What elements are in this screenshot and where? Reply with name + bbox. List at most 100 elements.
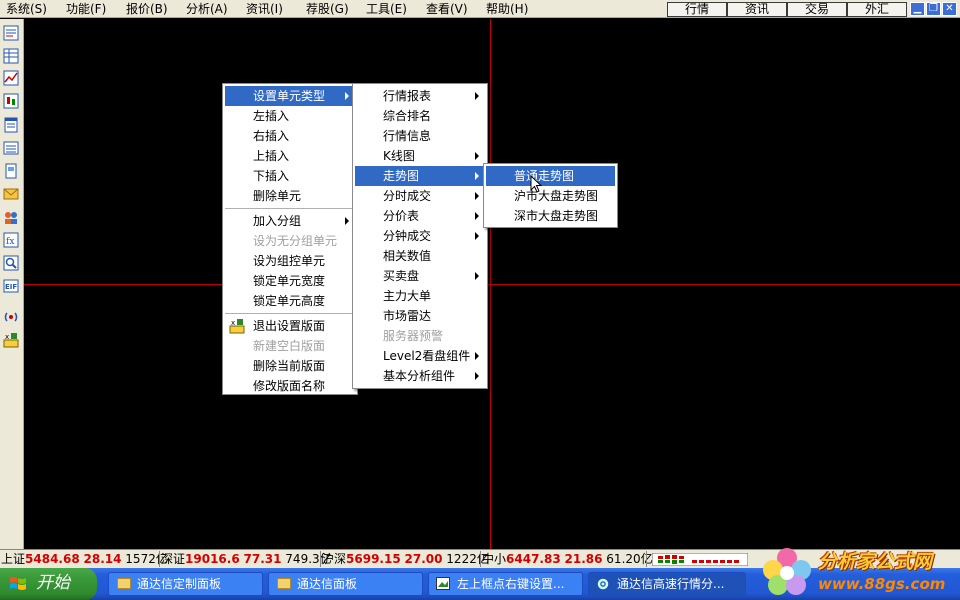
task-button[interactable]: 左上框点右键设置...: [428, 572, 583, 596]
menu-types-item[interactable]: 基本分析组件: [355, 366, 485, 386]
menu-item-label: 上插入: [253, 149, 290, 163]
line-chart-icon[interactable]: [3, 70, 19, 86]
menu-types-item[interactable]: 服务器预警: [355, 326, 485, 346]
menu-trend-item[interactable]: 沪市大盘走势图: [486, 186, 615, 206]
index-value: 5484.68: [25, 552, 80, 566]
submenu-arrow-icon: [475, 212, 479, 220]
menu-item-7[interactable]: 查看(V): [426, 1, 468, 17]
menu-main-item[interactable]: 设置单元类型: [225, 86, 355, 106]
task-button[interactable]: 通达信面板: [268, 572, 423, 596]
index-name: 上证: [1, 552, 26, 566]
menu-types-item[interactable]: 买卖盘: [355, 266, 485, 286]
menu-types-item[interactable]: 相关数值: [355, 246, 485, 266]
menu-item-0[interactable]: 系统(S): [6, 1, 47, 17]
menu-main-item[interactable]: 锁定单元高度: [225, 291, 355, 311]
flower-logo-icon: [763, 548, 811, 595]
menu-main-item[interactable]: 上插入: [225, 146, 355, 166]
menu-types-item[interactable]: 走势图: [355, 166, 485, 186]
segment-divider: [646, 551, 647, 567]
etf-icon[interactable]: EIF: [3, 278, 19, 294]
menu-main-item[interactable]: 删除当前版面: [225, 356, 355, 376]
segment-divider: [320, 551, 321, 567]
restore-icon[interactable]: ❐: [926, 2, 941, 16]
menu-item-8[interactable]: 帮助(H): [486, 1, 528, 17]
tab-quotes[interactable]: 行情: [667, 2, 727, 17]
minimize-icon[interactable]: ▁: [910, 2, 925, 16]
users-icon[interactable]: [3, 209, 19, 225]
grid-divider-vertical[interactable]: [490, 19, 491, 549]
menu-types-item[interactable]: 市场雷达: [355, 306, 485, 326]
quote-list-icon[interactable]: [3, 25, 19, 41]
menu-types-item[interactable]: 主力大单: [355, 286, 485, 306]
menu-main-item[interactable]: 左插入: [225, 106, 355, 126]
submenu-arrow-icon: [345, 92, 349, 100]
menu-item-6[interactable]: 工具(E): [366, 1, 407, 17]
index-segment-shanghai[interactable]: 上证5484.68 28.14 1572亿: [1, 550, 168, 568]
menu-separator: [225, 208, 355, 209]
task-button[interactable]: 通达信定制面板: [108, 572, 263, 596]
menu-types-item[interactable]: Level2看盘组件: [355, 346, 485, 366]
menu-main-item[interactable]: 删除单元: [225, 186, 355, 206]
menu-types-item[interactable]: K线图: [355, 146, 485, 166]
menu-main-item[interactable]: 新建空白版面: [225, 336, 355, 356]
grid-divider-horizontal[interactable]: [24, 284, 960, 285]
search-icon[interactable]: [3, 255, 19, 271]
menu-types-item[interactable]: 分价表: [355, 206, 485, 226]
menu-item-label: 分钟成交: [383, 229, 432, 243]
signal-icon[interactable]: [3, 309, 19, 325]
menu-item-label: 删除当前版面: [253, 359, 326, 373]
menu-types-item[interactable]: 综合排名: [355, 106, 485, 126]
submenu-arrow-icon: [475, 152, 479, 160]
index-segment-sme[interactable]: 中小6447.83 21.86 61.20亿: [482, 550, 653, 568]
menu-item-label: 删除单元: [253, 189, 302, 203]
menu-item-3[interactable]: 分析(A): [186, 1, 228, 17]
gear-icon: [597, 578, 609, 590]
menu-main-item[interactable]: 设为组控单元: [225, 251, 355, 271]
menu-item-4[interactable]: 资讯(I): [246, 1, 283, 17]
submenu-arrow-icon: [475, 172, 479, 180]
table-icon[interactable]: [3, 48, 19, 64]
mail-icon[interactable]: [3, 186, 19, 202]
menu-main-item[interactable]: 右插入: [225, 126, 355, 146]
candlestick-icon[interactable]: [3, 93, 19, 109]
svg-text:EIF: EIF: [5, 283, 17, 291]
menu-main-item[interactable]: 退出设置版面 x: [225, 316, 355, 336]
index-segment-shenzhen[interactable]: 深证19016.6 77.31 749.3亿: [161, 550, 332, 568]
document-icon[interactable]: [3, 163, 19, 179]
list-icon[interactable]: [3, 140, 19, 156]
tab-trade[interactable]: 交易: [787, 2, 847, 17]
report-icon[interactable]: [3, 117, 19, 133]
task-button-active[interactable]: 通达信高速行情分...: [588, 572, 746, 596]
menu-types-item[interactable]: 行情信息: [355, 126, 485, 146]
index-change: 77.31: [243, 552, 282, 566]
menu-types-item[interactable]: 行情报表: [355, 86, 485, 106]
menu-item-label: 设为无分组单元: [253, 234, 338, 248]
layout-icon[interactable]: x: [3, 332, 19, 348]
tab-forex[interactable]: 外汇: [847, 2, 907, 17]
submenu-arrow-icon: [345, 217, 349, 225]
menu-main-item[interactable]: 修改版面名称: [225, 376, 355, 396]
index-segment-hs[interactable]: 沪深5699.15 27.00 1222亿: [322, 550, 489, 568]
menu-item-2[interactable]: 报价(B): [126, 1, 168, 17]
submenu-arrow-icon: [475, 232, 479, 240]
menu-main-item[interactable]: 下插入: [225, 166, 355, 186]
menu-main-item[interactable]: 设为无分组单元: [225, 231, 355, 251]
menu-trend-item[interactable]: 普通走势图: [486, 166, 615, 186]
menu-trend-item[interactable]: 深市大盘走势图: [486, 206, 615, 226]
close-icon[interactable]: ✕: [942, 2, 957, 16]
context-menu: 设置单元类型 左插入 右插入上插入下插入删除单元加入分组设为无分组单元 设为组控单元锁…: [222, 83, 358, 395]
menu-main-item[interactable]: 加入分组: [225, 211, 355, 231]
workspace[interactable]: [24, 19, 960, 549]
start-button[interactable]: 开始: [0, 568, 97, 600]
task-label: 左上框点右键设置...: [457, 577, 565, 591]
menu-item-5[interactable]: 荐股(G): [306, 1, 349, 17]
menu-main-item[interactable]: 锁定单元宽度: [225, 271, 355, 291]
menu-types-item[interactable]: 分时成交: [355, 186, 485, 206]
tab-news[interactable]: 资讯: [727, 2, 787, 17]
segment-divider: [480, 551, 481, 567]
menu-item-label: 设为组控单元: [253, 254, 326, 268]
menu-item-1[interactable]: 功能(F): [66, 1, 106, 17]
formula-icon[interactable]: fx: [3, 232, 19, 248]
index-change: 27.00: [404, 552, 443, 566]
menu-types-item[interactable]: 分钟成交: [355, 226, 485, 246]
